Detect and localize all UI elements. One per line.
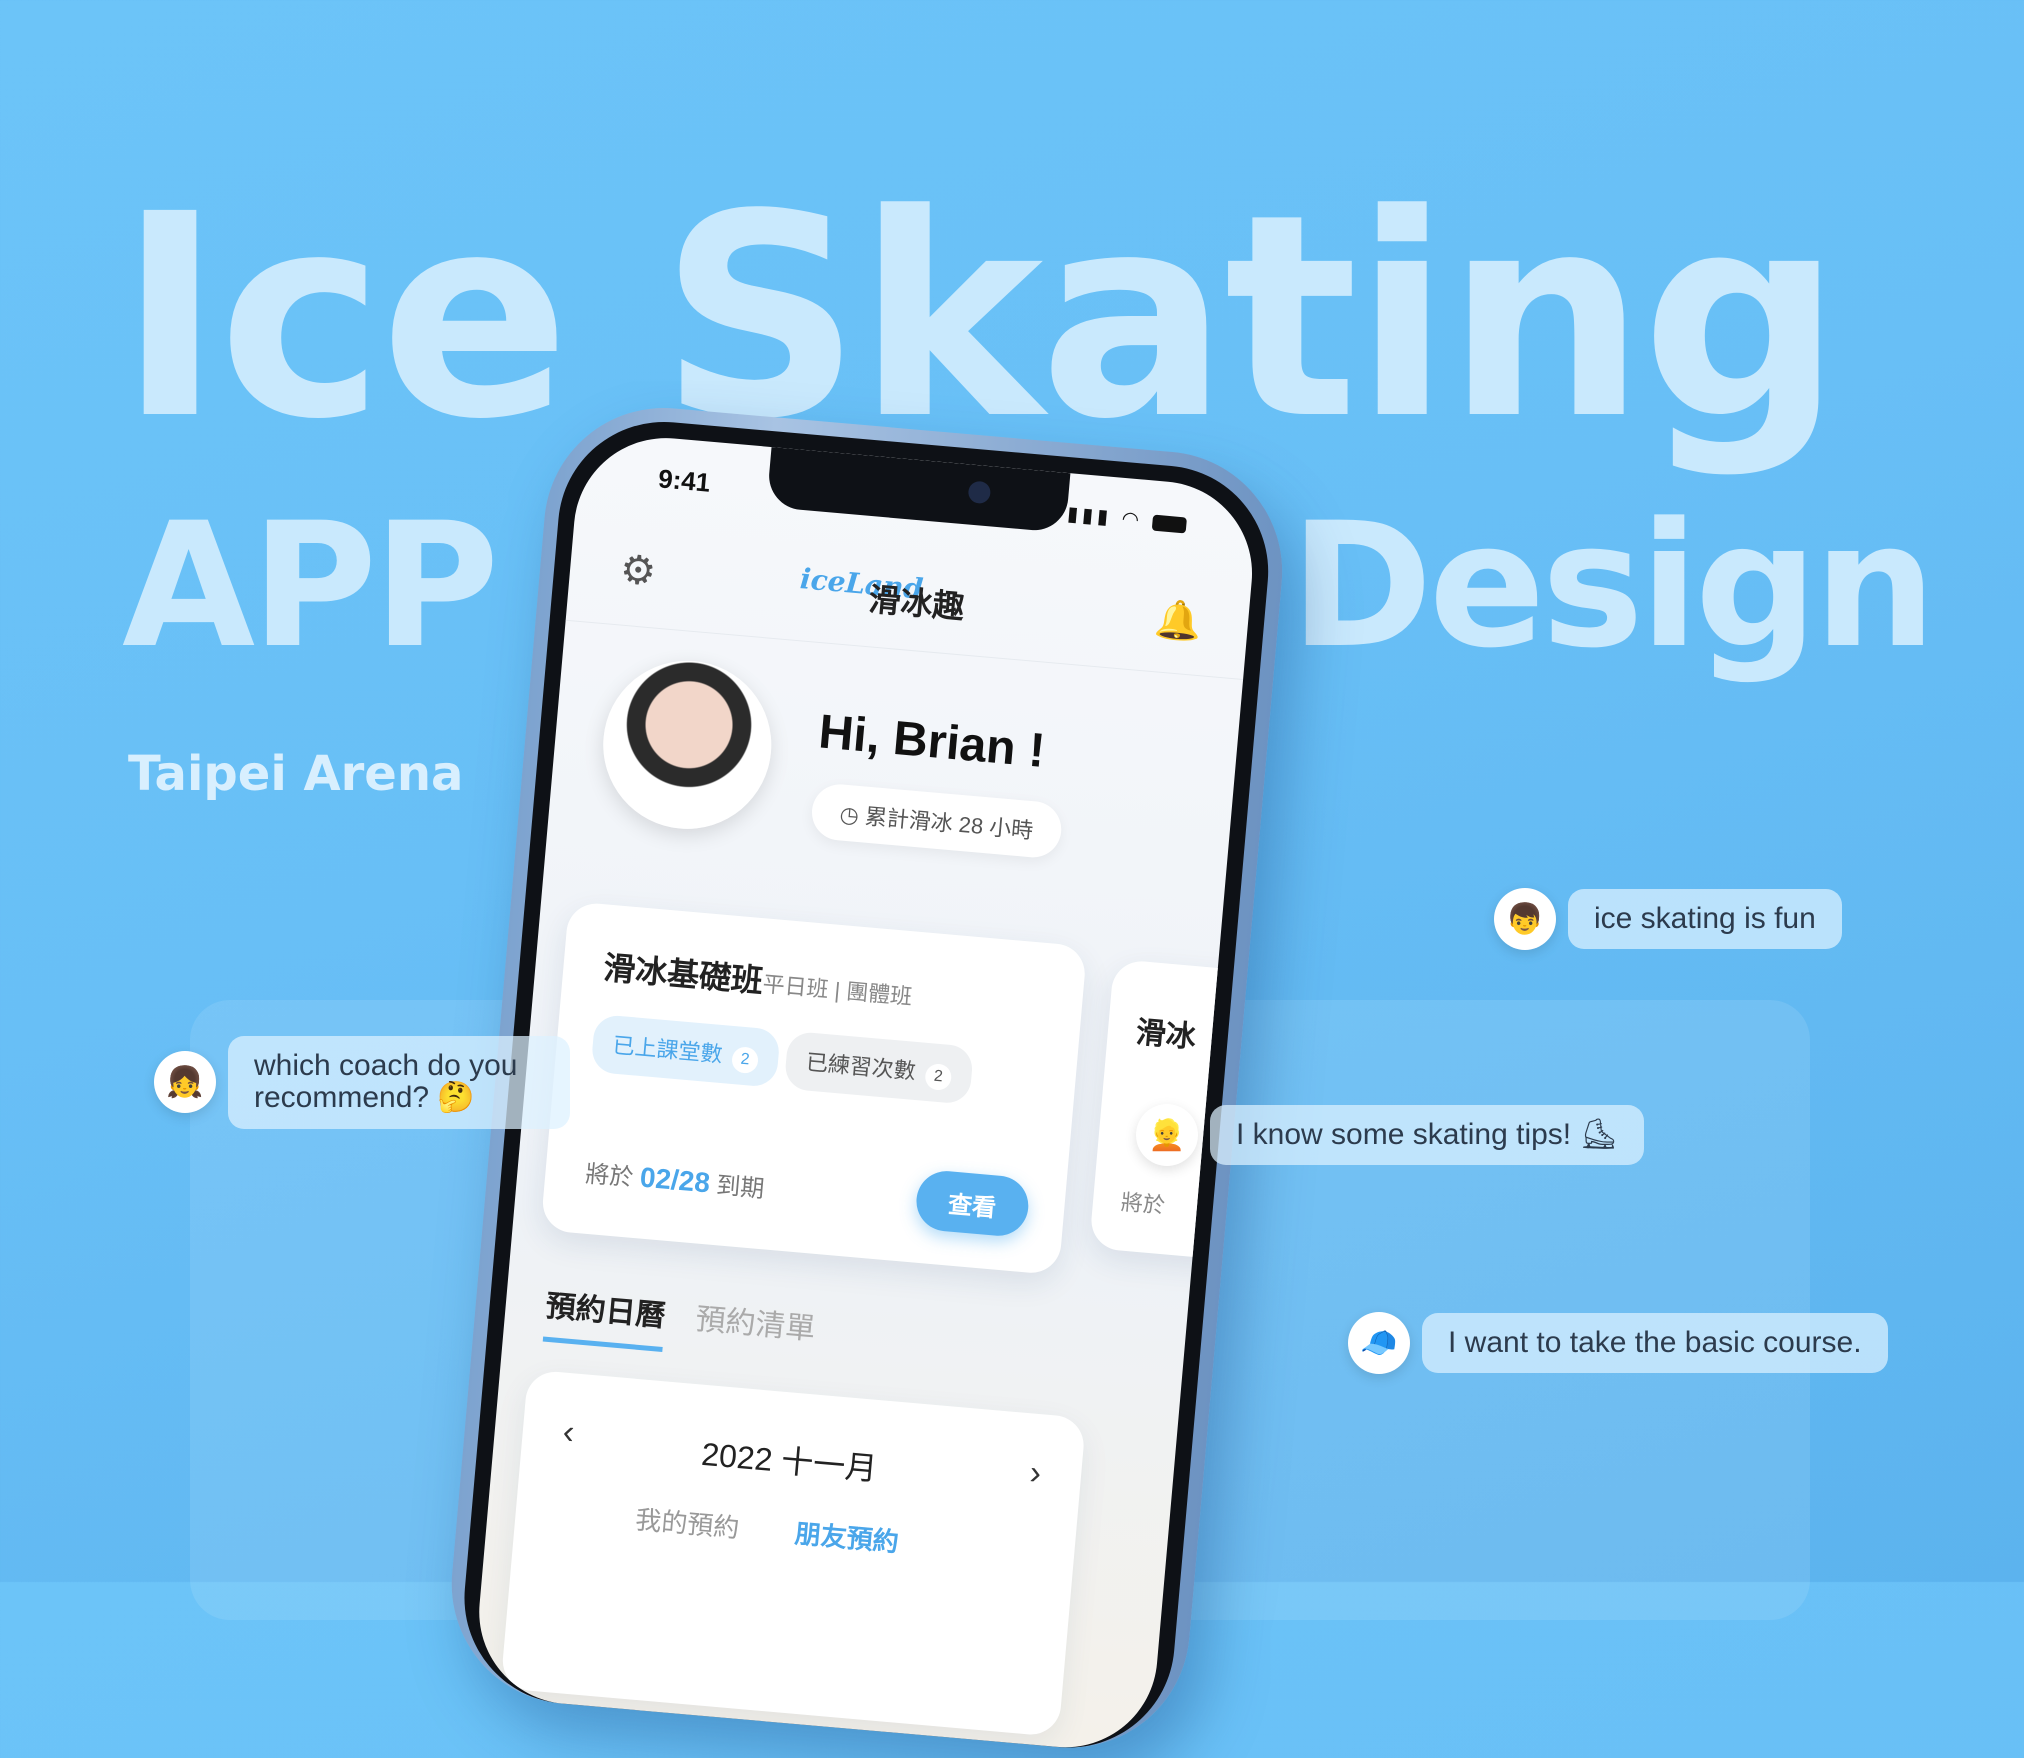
- booking-tabs: 預約日曆 預約清單: [542, 1280, 844, 1368]
- chat-bubble-text: I know some skating tips! ⛸: [1210, 1104, 1644, 1166]
- boy-cap-avatar-icon: 🧢: [1348, 1312, 1410, 1374]
- expiry-prefix: 將於: [584, 1160, 635, 1192]
- user-avatar[interactable]: [596, 653, 779, 836]
- practice-count-label: 已練習次數: [805, 1049, 917, 1084]
- hero-title-app: APP: [122, 485, 499, 686]
- wifi-icon: ◠: [1120, 507, 1144, 532]
- status-icons: ▮▮▮ ◠: [1066, 501, 1188, 536]
- girl-avatar-icon: 👧: [154, 1051, 216, 1114]
- camera-icon: [967, 480, 992, 505]
- chat-bubble-text: ice skating is fun: [1568, 888, 1842, 950]
- notification-bell-icon[interactable]: 🔔: [1153, 597, 1204, 645]
- course-type: 平日班 | 團體班: [761, 971, 914, 1010]
- settings-gear-icon[interactable]: ⚙: [618, 546, 658, 595]
- chat-bubble-text: which coach do you recommend? 🤔: [228, 1036, 570, 1129]
- chat-message: 👦 ice skating is fun: [1494, 888, 1842, 950]
- next-month-chevron-icon[interactable]: ›: [1028, 1454, 1043, 1494]
- boy-glasses-avatar-icon: 👦: [1494, 888, 1556, 950]
- view-course-button[interactable]: 查看: [913, 1168, 1031, 1239]
- practice-count-number: 2: [924, 1062, 953, 1092]
- tab-booking-list[interactable]: 預約清單: [693, 1294, 817, 1360]
- calendar-card: ‹ 2022 十一月 › 我的預約 朋友預約: [500, 1369, 1087, 1737]
- chat-bubble-text: I want to take the basic course.: [1422, 1312, 1888, 1374]
- expiry-text: 將於 02/28 到期: [584, 1154, 766, 1205]
- prev-month-chevron-icon[interactable]: ‹: [561, 1413, 576, 1453]
- attended-classes-count: 2: [730, 1045, 760, 1075]
- app-header: ⚙ iceLand 滑冰趣 🔔: [565, 520, 1252, 681]
- chat-message: 👱 I know some skating tips! ⛸: [1136, 1104, 1644, 1166]
- skating-hours-text: 累計滑冰 28 小時: [863, 803, 1035, 844]
- calendar-month: 2022 十一月: [699, 1435, 879, 1488]
- expiry-suffix: 到期: [715, 1172, 766, 1204]
- battery-icon: [1151, 514, 1188, 534]
- attended-classes-chip: 已上課堂數 2: [590, 1013, 781, 1088]
- signal-icon: ▮▮▮: [1066, 503, 1114, 529]
- chat-message: 🧢 I want to take the basic course.: [1348, 1312, 1888, 1374]
- clock-icon: ◷: [838, 801, 867, 829]
- tab-my-bookings[interactable]: 我的預約: [634, 1499, 741, 1545]
- app-screen: 9:41 ▮▮▮ ◠ ⚙ iceLand 滑冰趣 🔔 Hi, Brian ! ◷…: [471, 430, 1260, 1755]
- attended-classes-label: 已上課堂數: [611, 1032, 724, 1068]
- skating-hours-pill: ◷ 累計滑冰 28 小時: [809, 782, 1064, 860]
- course-card[interactable]: 滑冰基礎班 平日班 | 團體班 已上課堂數 2 已練習次數 2 將於 02/28 到…: [540, 901, 1088, 1276]
- next-course-title: 滑冰: [1134, 1016, 1198, 1055]
- chat-message: 👧 which coach do you recommend? 🤔: [154, 1036, 570, 1129]
- hero-title-line1: Ice Skating: [118, 155, 1842, 481]
- status-time: 9:41: [657, 463, 712, 498]
- venue-label: Taipei Arena: [128, 746, 464, 802]
- course-title: 滑冰基礎班: [601, 949, 765, 1000]
- next-course-expiry: 將於: [1120, 1189, 1167, 1219]
- hero-title-design: Design: [1290, 485, 1936, 686]
- girl-hat-avatar-icon: 👱: [1136, 1104, 1198, 1166]
- tab-booking-calendar[interactable]: 預約日曆: [542, 1280, 668, 1352]
- expiry-date: 02/28: [638, 1161, 712, 1199]
- app-name: 滑冰趣: [867, 581, 966, 626]
- greeting-text: Hi, Brian !: [816, 705, 1048, 778]
- practice-count-chip: 已練習次數 2: [783, 1030, 975, 1105]
- tab-friend-bookings[interactable]: 朋友預約: [793, 1513, 900, 1559]
